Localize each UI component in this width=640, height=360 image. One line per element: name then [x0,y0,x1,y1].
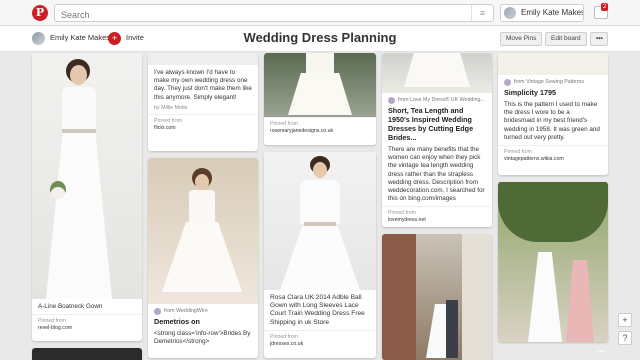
pin-image-face [195,174,209,190]
pin-image [498,182,608,342]
pin-via: from WeddingWire [148,304,258,315]
move-pins-button[interactable]: Move Pins [500,32,543,46]
pin-image [264,53,376,117]
pinned-from-label: Pinned from [504,149,532,156]
pin-source-link[interactable]: lovemydress.net [388,217,486,224]
overflow-dots: ••• [596,349,607,356]
pin-description: This is the pattern I used to make the d… [504,101,600,141]
pinned-from-label: Pinned from [154,117,182,124]
pin-image [264,152,376,290]
edit-board-button[interactable]: Edit board [545,32,587,46]
source-avatar-icon [504,79,511,86]
pin-image-skirt [404,53,470,87]
pin-image-belt [62,129,96,133]
pinned-from: Pinned from flickr.com [148,113,258,136]
pinned-from-label: Pinned from [38,318,66,325]
pin-street-wedding[interactable] [382,234,492,360]
pin-via: from Love My Dress® UK Wedding... [382,93,492,104]
pin-image-bodice [300,180,340,224]
pin-image [498,53,608,75]
board-header: Emily Kate Makes + Invite Wedding Dress … [0,26,640,52]
pin-homemade-dress[interactable]: I've always known I'd have to make my ow… [148,53,258,151]
search-bar[interactable]: ≡ [54,4,494,23]
pin-image-skirt [280,226,360,290]
pin-image-bouquet [50,181,66,199]
pin-simplicity-1795[interactable]: from Vintage Sewing Patterns Simplicity … [498,53,608,175]
pin-via-text: from Love My Dress® UK Wedding... [398,97,485,103]
pin-description: A-Line Boatneck Gown [38,303,103,310]
user-profile-button[interactable]: Emily Kate Makes [500,4,584,22]
pin-image-trees [498,182,608,242]
pin-image-bodice [189,190,215,224]
pinned-from: Pinned from lovemydress.net [382,206,492,227]
pinned-from: Pinned from revel-blog.com [32,314,142,336]
pin-partial[interactable] [32,348,142,360]
pin-description: Rosa Clara UK 2014 Adble Ball Gown with … [270,294,365,326]
pin-rosa-clara[interactable]: Rosa Clara UK 2014 Adble Ball Gown with … [264,152,376,358]
pin-title: Short, Tea Length and 1950's Inspired We… [388,106,474,142]
more-options-button[interactable]: ••• [590,32,608,46]
pinned-from: Pinned from rosemaryjanedesigns.co.uk [264,117,376,139]
pin-image-bodice [306,53,334,75]
pin-source-link[interactable]: flickr.com [154,125,252,132]
pin-image-belt [304,222,336,226]
pin-garden-wedding[interactable] [498,182,608,342]
search-input[interactable] [55,7,465,23]
pin-image-face [313,162,327,178]
pin-demetrios[interactable]: from WeddingWire Demetrios on <strong cl… [148,158,258,358]
pin-source-link[interactable]: jdresses.co.uk [270,341,370,348]
pinned-from-label: Pinned from [270,333,298,340]
pin-title: Demetrios on [154,317,200,326]
pin-title: Simplicity 1795 [504,88,556,97]
pin-via-text: from Vintage Sewing Patterns [514,79,584,85]
avatar [504,7,516,19]
pin-image-bodice [62,87,96,131]
pin-image [32,53,142,299]
source-avatar-icon [388,97,395,104]
pinned-from-label: Pinned from [270,121,298,127]
help-button[interactable]: ? [618,331,632,345]
pin-image [148,53,258,65]
pin-image-guest [566,260,594,342]
user-name: Emily Kate Makes [521,8,584,17]
pin-author: by Millie Motts [154,104,188,111]
pinned-from-label: Pinned from [388,210,416,217]
notification-badge: 2 [601,3,609,11]
pin-image-skirt [162,222,242,292]
pin-image-skirt [46,133,112,299]
pin-image [382,53,492,93]
notifications-button[interactable]: 2 [594,3,609,19]
pin-image-building-left [382,234,416,360]
pin-via-text: from WeddingWire [164,308,208,314]
board-title: Wedding Dress Planning [243,30,397,45]
pin-image-building-right [462,234,492,360]
pin-love-my-dress[interactable]: from Love My Dress® UK Wedding... Short,… [382,53,492,227]
top-navigation-bar: P ≡ Emily Kate Makes 2 [0,0,640,26]
menu-lines-icon[interactable]: ≡ [471,5,493,21]
pin-image [148,158,258,304]
pin-via: from Vintage Sewing Patterns [498,75,608,86]
pin-image-skirt [288,73,352,115]
pin-image [32,348,142,360]
pin-tea-length-short[interactable]: Pinned from rosemaryjanedesigns.co.uk [264,53,376,145]
pin-description: There are many benefits that the women c… [388,146,485,203]
pin-description: I've always known I'd have to make my ow… [154,69,252,101]
scroll-up-button[interactable]: + [618,313,632,327]
source-avatar-icon [154,308,161,315]
pinterest-logo-icon[interactable]: P [32,5,48,21]
pin-image-bride-dress [528,252,562,342]
pin-aline-boatneck[interactable]: A-Line Boatneck Gown Pinned from revel-b… [32,53,142,341]
pin-source-link[interactable]: revel-blog.com [38,325,136,332]
pin-image-groom [446,300,458,358]
pinned-from: Pinned from vintagepatterns.wikia.com [498,145,608,167]
pin-source-link[interactable]: vintagepatterns.wikia.com [504,156,602,163]
pin-image-face [70,65,87,85]
pinned-from: Pinned from jdresses.co.uk [264,329,376,352]
pin-image [382,234,492,360]
pin-snippet: <strong class='info-row'>Brides By Demet… [154,330,251,346]
pin-source-link[interactable]: rosemaryjanedesigns.co.uk [270,128,370,135]
